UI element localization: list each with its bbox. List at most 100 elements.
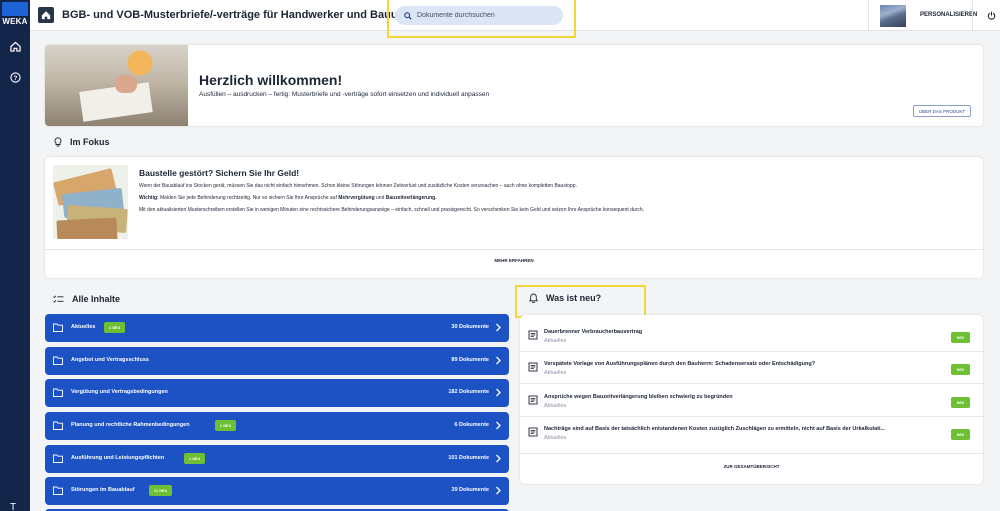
new-badge: 1 NEU: [184, 453, 206, 464]
welcome-image: [45, 45, 188, 126]
news-item[interactable]: Verspätete Vorlage von Ausführungsplänen…: [520, 351, 983, 384]
news-item[interactable]: Nachträge sind auf Basis der tatsächlich…: [520, 416, 983, 449]
focus-card-title: Baustelle gestört? Sichern Sie Ihr Geld!: [139, 168, 300, 178]
welcome-title: Herzlich willkommen!: [199, 72, 343, 88]
about-product-button[interactable]: ÜBER DAS PRODUKT: [913, 105, 971, 117]
news-divider: [520, 453, 983, 454]
content-row-stoerungen[interactable]: Störungen im Bauablauf 11 NEU 39 Dokumen…: [45, 477, 509, 505]
content-row-label: Planung und rechtliche Rahmenbedingungen: [71, 422, 190, 428]
focus-card: Baustelle gestört? Sichern Sie Ihr Geld!…: [45, 157, 983, 278]
document-count: 30 Dokumente: [451, 324, 489, 330]
focus-text-fragment: und: [374, 195, 386, 201]
help-circle-icon: ?: [9, 71, 21, 83]
folder-icon: [53, 388, 63, 397]
new-badge: NEU: [951, 397, 970, 408]
bell-icon: [529, 293, 538, 303]
chevron-right-icon: [496, 421, 501, 430]
document-icon: [528, 427, 538, 437]
home-nav-button[interactable]: [0, 33, 30, 59]
welcome-image-hand: [115, 75, 137, 93]
focus-bold-term: Bauzeitverlängerung.: [385, 195, 437, 201]
focus-text-line: Wichtig: Melden Sie jede Behinderung rec…: [139, 195, 437, 201]
folder-icon: [53, 421, 63, 430]
welcome-card: Herzlich willkommen! Ausfüllen – ausdruc…: [45, 45, 983, 126]
help-nav-button[interactable]: ?: [0, 64, 30, 90]
chevron-right-icon: [496, 388, 501, 397]
document-icon: [528, 395, 538, 405]
logout-button[interactable]: [985, 9, 997, 21]
news-category: Aktuelles: [544, 370, 567, 376]
svg-text:?: ?: [13, 74, 17, 81]
overview-button[interactable]: ZUR GESAMTÜBERSICHT: [520, 464, 983, 469]
content-row-label: Ausführung und Leistungspflichten: [71, 455, 165, 461]
news-item[interactable]: Ansprüche wegen Bauzeitverlängerung blei…: [520, 384, 983, 417]
news-item[interactable]: Dauerbrenner Verbraucherbauvertrag Aktue…: [520, 319, 983, 352]
content-row-label: Angebot und Vertragsschluss: [71, 357, 149, 363]
chevron-right-icon: [496, 454, 501, 463]
top-bar: BGB- und VOB-Musterbriefe/-verträge für …: [30, 0, 1000, 38]
document-count: 39 Dokumente: [451, 487, 489, 493]
news-title: Nachträge sind auf Basis der tatsächlich…: [544, 426, 886, 432]
chevron-right-icon: [496, 323, 501, 332]
document-count: 89 Dokumente: [451, 357, 489, 363]
personalize-button[interactable]: PERSONALISIEREN: [920, 12, 977, 18]
focus-text-fragment: Melden Sie jede Behinderung rechtzeitig.…: [158, 195, 339, 201]
focus-divider: [45, 249, 983, 250]
news-title: Dauerbrenner Verbraucherbauvertrag: [544, 329, 643, 335]
document-icon: [528, 362, 538, 372]
new-badge: 11 NEU: [149, 485, 173, 496]
content-row-label: Vergütung und Vertragsbedingungen: [71, 389, 168, 395]
topbar-separator: [972, 0, 973, 31]
folder-icon: [53, 486, 63, 495]
search-input[interactable]: [417, 12, 547, 19]
content-row-aktuelles[interactable]: Aktuelles 4 NEU 30 Dokumente: [45, 314, 509, 342]
product-thumbnail[interactable]: [880, 5, 906, 27]
whats-new-card: Dauerbrenner Verbraucherbauvertrag Aktue…: [520, 315, 983, 484]
folder-icon: [53, 454, 63, 463]
news-category: Aktuelles: [544, 338, 567, 344]
rail-bottom-glyph[interactable]: T: [10, 502, 20, 511]
weka-logo[interactable]: WEKA: [0, 0, 30, 30]
checklist-icon: [53, 295, 64, 303]
new-badge: NEU: [951, 332, 970, 343]
search-bar[interactable]: [395, 6, 563, 25]
power-icon: [987, 11, 995, 20]
chevron-right-icon: [496, 356, 501, 365]
news-category: Aktuelles: [544, 435, 567, 441]
content-row-verguetung[interactable]: Vergütung und Vertragsbedingungen 182 Do…: [45, 379, 509, 407]
focus-section-head: Im Fokus: [54, 137, 110, 147]
content-row-label: Aktuelles: [71, 324, 96, 330]
new-badge: 4 NEU: [104, 322, 126, 333]
all-contents-head: Alle Inhalte: [53, 294, 120, 304]
whats-new-title: Was ist neu?: [546, 293, 602, 303]
document-count: 101 Dokumente: [448, 455, 489, 461]
topbar-separator: [868, 0, 869, 31]
focus-text-line: Wenn der Bauablauf ins Stocken gerät, mü…: [139, 183, 577, 189]
news-title: Verspätete Vorlage von Ausführungsplänen…: [544, 361, 816, 367]
new-badge: NEU: [951, 364, 970, 375]
focus-text-line: Mit den aktualisierten Musterschreiben e…: [139, 207, 645, 213]
home-icon: [9, 41, 21, 52]
home-button[interactable]: [38, 7, 54, 23]
content-row-planung[interactable]: Planung und rechtliche Rahmenbedingungen…: [45, 412, 509, 440]
document-count: 182 Dokumente: [448, 389, 489, 395]
focus-bold-term: Mehrvergütung: [338, 195, 375, 201]
lightbulb-icon: [54, 137, 62, 147]
whats-new-head: Was ist neu?: [529, 293, 601, 303]
search-icon: [404, 11, 412, 20]
new-badge: 1 NEU: [215, 420, 237, 431]
content-row-angebot[interactable]: Angebot und Vertragsschluss 89 Dokumente: [45, 347, 509, 375]
left-rail: WEKA ? T: [0, 0, 30, 511]
content-row-label: Störungen im Bauablauf: [71, 487, 135, 493]
learn-more-button[interactable]: MEHR ERFAHREN: [45, 258, 983, 263]
welcome-subtitle: Ausfüllen – ausdrucken – fertig: Musterb…: [199, 91, 490, 98]
document-count: 6 Dokumente: [454, 422, 489, 428]
home-icon: [41, 11, 51, 20]
folder-icon: [53, 356, 63, 365]
chevron-right-icon: [496, 486, 501, 495]
folder-icon: [53, 323, 63, 332]
news-title: Ansprüche wegen Bauzeitverlängerung blei…: [544, 394, 733, 400]
content-row-ausfuehrung[interactable]: Ausführung und Leistungspflichten 1 NEU …: [45, 445, 509, 473]
news-category: Aktuelles: [544, 403, 567, 409]
all-contents-title: Alle Inhalte: [72, 294, 121, 304]
